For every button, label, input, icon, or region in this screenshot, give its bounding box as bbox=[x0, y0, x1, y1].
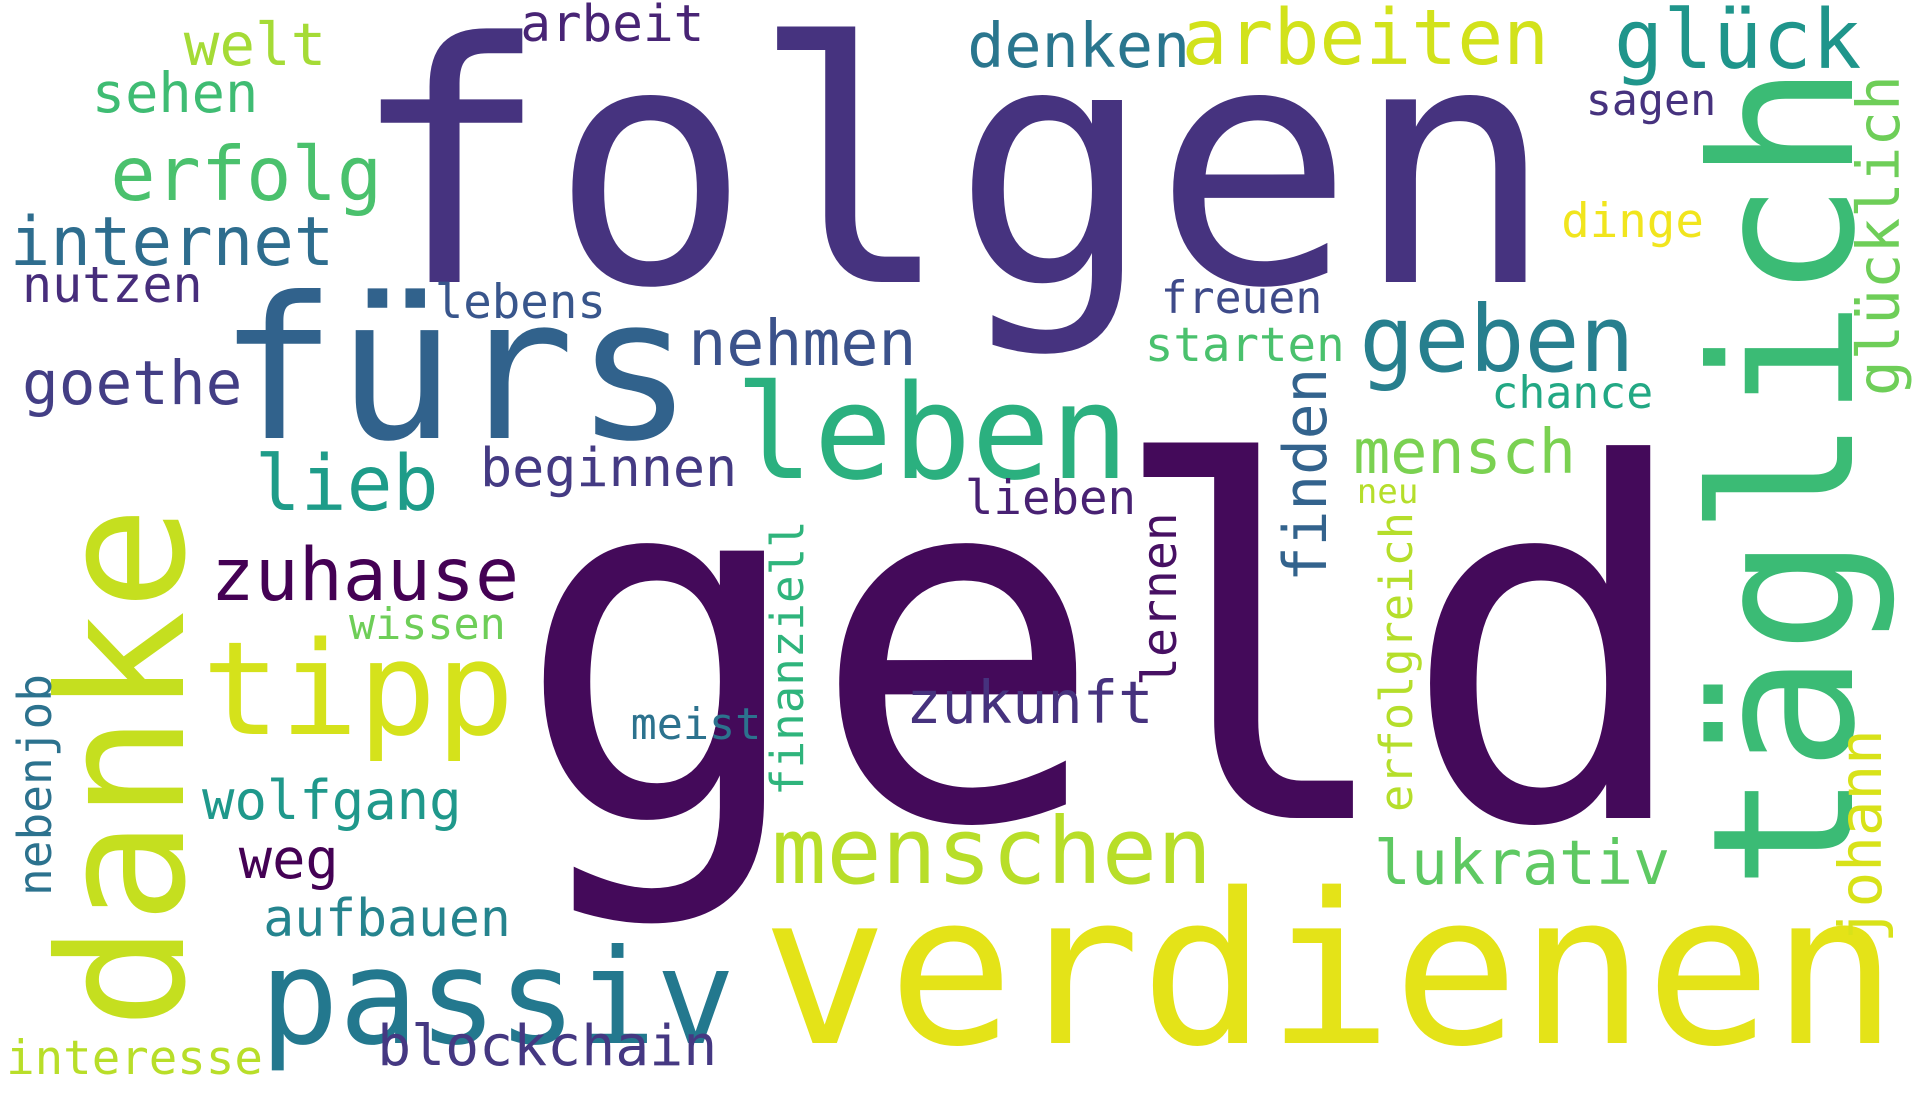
word-dinge: dinge bbox=[1561, 194, 1704, 250]
word-meist: meist bbox=[630, 700, 762, 751]
word-lieb: lieb bbox=[254, 439, 439, 529]
word-freuen: freuen bbox=[1160, 271, 1323, 324]
word-wissen: wissen bbox=[349, 599, 506, 650]
word-danke: danke bbox=[21, 505, 224, 1029]
word-nutzen: nutzen bbox=[22, 255, 203, 314]
word-arbeiten: arbeiten bbox=[1181, 0, 1550, 82]
word-nehmen: nehmen bbox=[688, 306, 917, 381]
word-lieben: lieben bbox=[964, 471, 1137, 527]
word-finden: finden bbox=[1270, 367, 1340, 582]
word-cloud: geld folgen verdienen täglich danke fürs… bbox=[0, 0, 1920, 1086]
word-lukrativ: lukrativ bbox=[1373, 826, 1671, 899]
word-menschen: menschen bbox=[771, 797, 1213, 905]
word-starten: starten bbox=[1144, 318, 1345, 373]
word-erfolgreich: erfolgreich bbox=[1369, 511, 1423, 812]
word-beginnen: beginnen bbox=[480, 435, 738, 499]
word-wolfgang: wolfgang bbox=[202, 768, 462, 832]
word-chance: chance bbox=[1491, 366, 1654, 419]
word-nebenjob: nebenjob bbox=[8, 674, 63, 897]
word-lernen: lernen bbox=[1132, 511, 1189, 686]
word-glueck: glück bbox=[1613, 0, 1862, 88]
word-lebens: lebens bbox=[434, 275, 606, 331]
word-weg: weg bbox=[238, 827, 339, 892]
word-sehen: sehen bbox=[91, 62, 259, 127]
word-blockchain: blockchain bbox=[377, 1013, 718, 1079]
word-interesse: interesse bbox=[6, 1030, 263, 1086]
word-neu: neu bbox=[1356, 472, 1419, 513]
word-sagen: sagen bbox=[1585, 75, 1717, 126]
word-finanziell: finanziell bbox=[760, 520, 815, 796]
word-goethe: goethe bbox=[22, 347, 243, 419]
word-aufbauen: aufbauen bbox=[263, 888, 511, 949]
word-johann: johann bbox=[1825, 729, 1895, 943]
word-denken: denken bbox=[967, 9, 1191, 82]
word-erfolg: erfolg bbox=[110, 130, 383, 219]
word-gluecklich: glücklich bbox=[1844, 74, 1913, 396]
word-arbeit: arbeit bbox=[520, 0, 705, 54]
word-zukunft: zukunft bbox=[906, 668, 1154, 737]
